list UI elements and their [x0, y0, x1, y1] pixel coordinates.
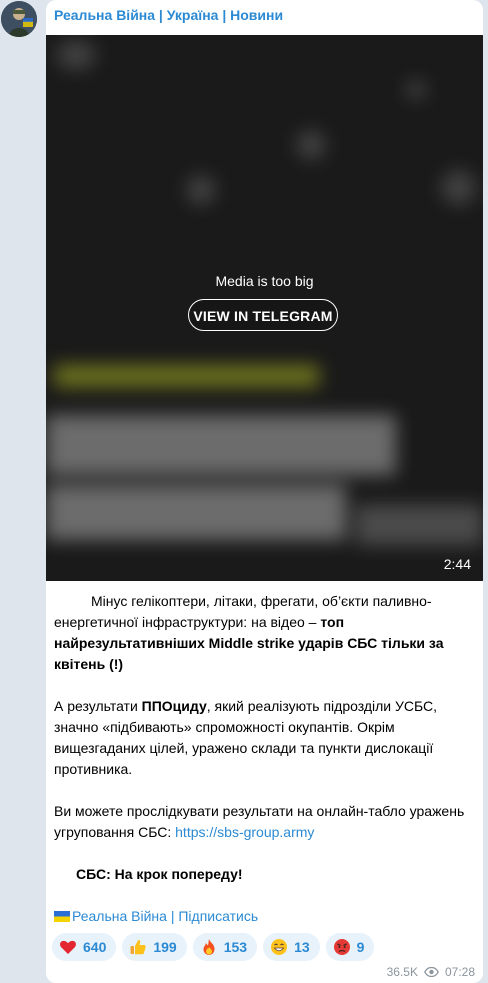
channel-title[interactable]: Реальна Війна | Україна | Новини	[54, 7, 283, 23]
subscribe-line: Реальна Війна | Підписатись	[54, 906, 474, 927]
grin-icon	[271, 939, 288, 955]
reaction-thumbs-up[interactable]: 199	[122, 933, 187, 961]
reaction-fire[interactable]: 153	[192, 933, 258, 961]
reaction-heart[interactable]: 640	[52, 933, 117, 961]
sbs-group-link[interactable]: https://sbs-group.army	[175, 824, 314, 840]
angry-face-icon	[333, 939, 350, 955]
reaction-angry[interactable]: 9	[325, 933, 375, 961]
post-text: Мінус гелікоптери, літаки, фрегати, об’є…	[54, 591, 474, 927]
eye-icon	[424, 967, 439, 977]
video-preview[interactable]: Media is too big VIEW IN TELEGRAM 2:44	[46, 35, 483, 581]
heart-icon	[60, 940, 76, 954]
fire-icon	[203, 939, 215, 955]
channel-avatar[interactable]	[1, 1, 37, 37]
post-paragraph-3: Ви можете прослідкувати результати на он…	[54, 803, 465, 840]
message-bubble: Реальна Війна | Україна | Новини Media i…	[46, 0, 483, 983]
reaction-count: 153	[223, 939, 248, 955]
message-meta: 36.5K 07:28	[387, 965, 475, 979]
reaction-count: 9	[356, 939, 365, 955]
post-slogan: СБС: На крок попереду!	[76, 866, 243, 882]
reaction-count: 640	[83, 939, 107, 955]
reaction-grin[interactable]: 13	[263, 933, 320, 961]
subscribe-link[interactable]: Реальна Війна | Підписатись	[72, 908, 258, 924]
post-time: 07:28	[444, 965, 475, 979]
thumbs-up-icon	[130, 940, 147, 955]
video-duration: 2:44	[443, 556, 471, 572]
post-paragraph-2: А результати ППОциду, який реалізують пі…	[54, 698, 438, 777]
post-paragraph-1: Мінус гелікоптери, літаки, фрегати, об’є…	[54, 593, 444, 672]
reactions-bar: 640 199 153 13 9	[52, 933, 375, 961]
reaction-count: 13	[294, 939, 310, 955]
reaction-count: 199	[153, 939, 177, 955]
view-in-telegram-button[interactable]: VIEW IN TELEGRAM	[188, 299, 338, 331]
media-too-big-message: Media is too big	[215, 273, 314, 289]
ukraine-flag-icon	[54, 911, 70, 922]
view-count: 36.5K	[386, 965, 418, 979]
